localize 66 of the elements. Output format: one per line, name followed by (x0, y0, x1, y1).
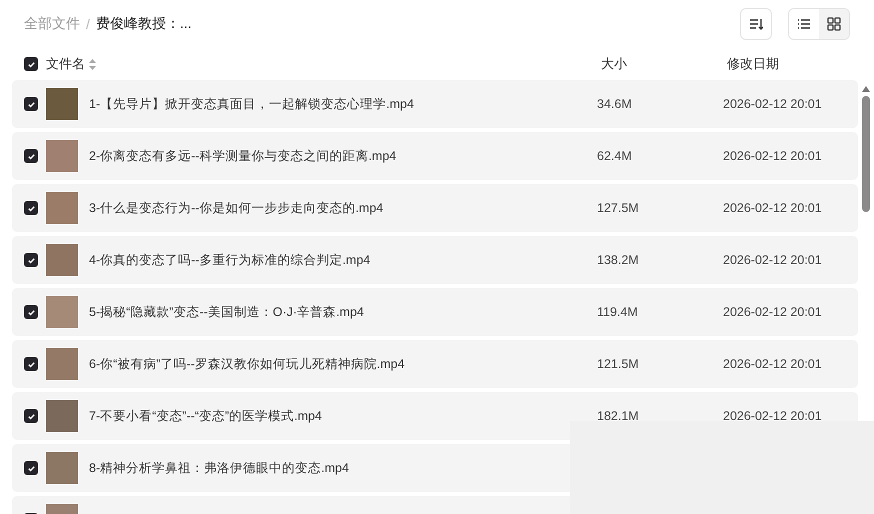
modified-date: 2026-02-12 20:01 (723, 357, 822, 371)
file-row[interactable]: 1-【先导片】掀开变态真面目，一起解锁变态心理学.mp4 34.6M 2026-02-12 20:01 (12, 80, 858, 128)
check-icon (26, 308, 36, 316)
file-size: 119.4M (597, 305, 639, 319)
modified-date: 2026-02-12 20:01 (723, 149, 822, 163)
row-checkbox[interactable] (24, 253, 38, 267)
check-icon (26, 100, 36, 108)
view-toggle-button[interactable] (789, 9, 819, 39)
modified-date: 2026-02-12 20:01 (723, 97, 822, 111)
photo-placeholder (46, 452, 78, 484)
photo-placeholder (46, 400, 78, 432)
file-name: 8-精神分析学鼻祖：弗洛伊德眼中的变态.mp4 (89, 460, 350, 476)
file-row[interactable]: 5-揭秘“隐藏款”变态--美国制造：O·J·辛普森.mp4 119.4M 2026-02-12 20:01 (12, 288, 858, 336)
file-size: 121.5M (597, 357, 640, 371)
row-checkbox[interactable] (24, 201, 38, 215)
breadcrumb-link[interactable]: 费俊峰教授：... (96, 15, 192, 33)
row-checkbox[interactable] (24, 305, 38, 319)
modified-date: 2026-02-12 20:01 (723, 201, 822, 215)
file-row[interactable]: 6-你“被有病”了吗--罗森汉教你如何玩儿死精神病院.mp4 121.5M 2026-02-12 20:01 (12, 340, 858, 388)
photo-placeholder (46, 140, 78, 172)
row-checkbox[interactable] (24, 409, 38, 423)
check-icon (26, 256, 36, 264)
file-row[interactable]: 3-什么是变态行为--你是如何一步步走向变态的.mp4 127.5M 2026-02-12 20:01 (12, 184, 858, 232)
file-name: 4-你真的变态了吗--多重行为标准的综合判定.mp4 (89, 252, 372, 268)
file-name: 1-【先导片】掀开变态真面目，一起解锁变态心理学.mp4 (89, 96, 415, 112)
photo-placeholder (46, 348, 78, 380)
row-checkbox[interactable] (24, 461, 38, 475)
file-name: 2-你离变态有多远--科学测量你与变态之间的距离.mp4 (89, 148, 398, 164)
check-icon (26, 464, 36, 472)
file-row[interactable]: 2-你离变态有多远--科学测量你与变态之间的距离.mp4 62.4M 2026-02-12 20:01 (12, 132, 858, 180)
check-icon (26, 60, 36, 68)
check-icon (26, 204, 36, 212)
list-icon (797, 18, 811, 30)
photo-placeholder (46, 192, 78, 224)
breadcrumb-separator: / (86, 16, 90, 32)
file-name: 7-不要小看“变态”--“变态”的医学模式.mp4 (89, 408, 323, 424)
sort-icon (749, 18, 763, 30)
file-size: 138.2M (597, 253, 640, 267)
check-icon (26, 360, 36, 368)
file-size: 127.5M (597, 201, 640, 215)
check-icon (26, 412, 36, 420)
sort-button[interactable] (740, 8, 772, 40)
photo-placeholder (46, 244, 78, 276)
select-all-checkbox[interactable] (24, 57, 38, 71)
scroll-up-icon[interactable] (862, 86, 870, 92)
modified-date: 2026-02-12 20:01 (723, 305, 822, 319)
modified-date: 2026-02-12 20:01 (723, 409, 822, 423)
file-size: 182.1M (597, 409, 640, 423)
row-checkbox[interactable] (24, 97, 38, 111)
modified-date: 2026-02-12 20:01 (723, 253, 822, 267)
photo-placeholder (46, 296, 78, 328)
file-name: 3-什么是变态行为--你是如何一步步走向变态的.mp4 (89, 200, 384, 216)
column-header[interactable]: 文件名 (46, 55, 85, 73)
check-icon (26, 152, 36, 160)
scrollbar-thumb[interactable] (862, 96, 870, 212)
photo-placeholder (46, 88, 78, 120)
file-name: 5-揭秘“隐藏款”变态--美国制造：O·J·辛普森.mp4 (89, 304, 365, 320)
file-size: 34.6M (597, 97, 633, 111)
row-checkbox[interactable] (24, 357, 38, 371)
file-size: 62.4M (597, 149, 633, 163)
grid-icon (827, 17, 841, 31)
file-row[interactable]: 4-你真的变态了吗--多重行为标准的综合判定.mp4 138.2M 2026-02-12 20:01 (12, 236, 858, 284)
row-checkbox[interactable] (24, 149, 38, 163)
file-name: 6-你“被有病”了吗--罗森汉教你如何玩儿死精神病院.mp4 (89, 356, 406, 372)
column-header[interactable]: 修改日期 (727, 55, 779, 73)
column-header[interactable]: 大小 (601, 56, 627, 71)
